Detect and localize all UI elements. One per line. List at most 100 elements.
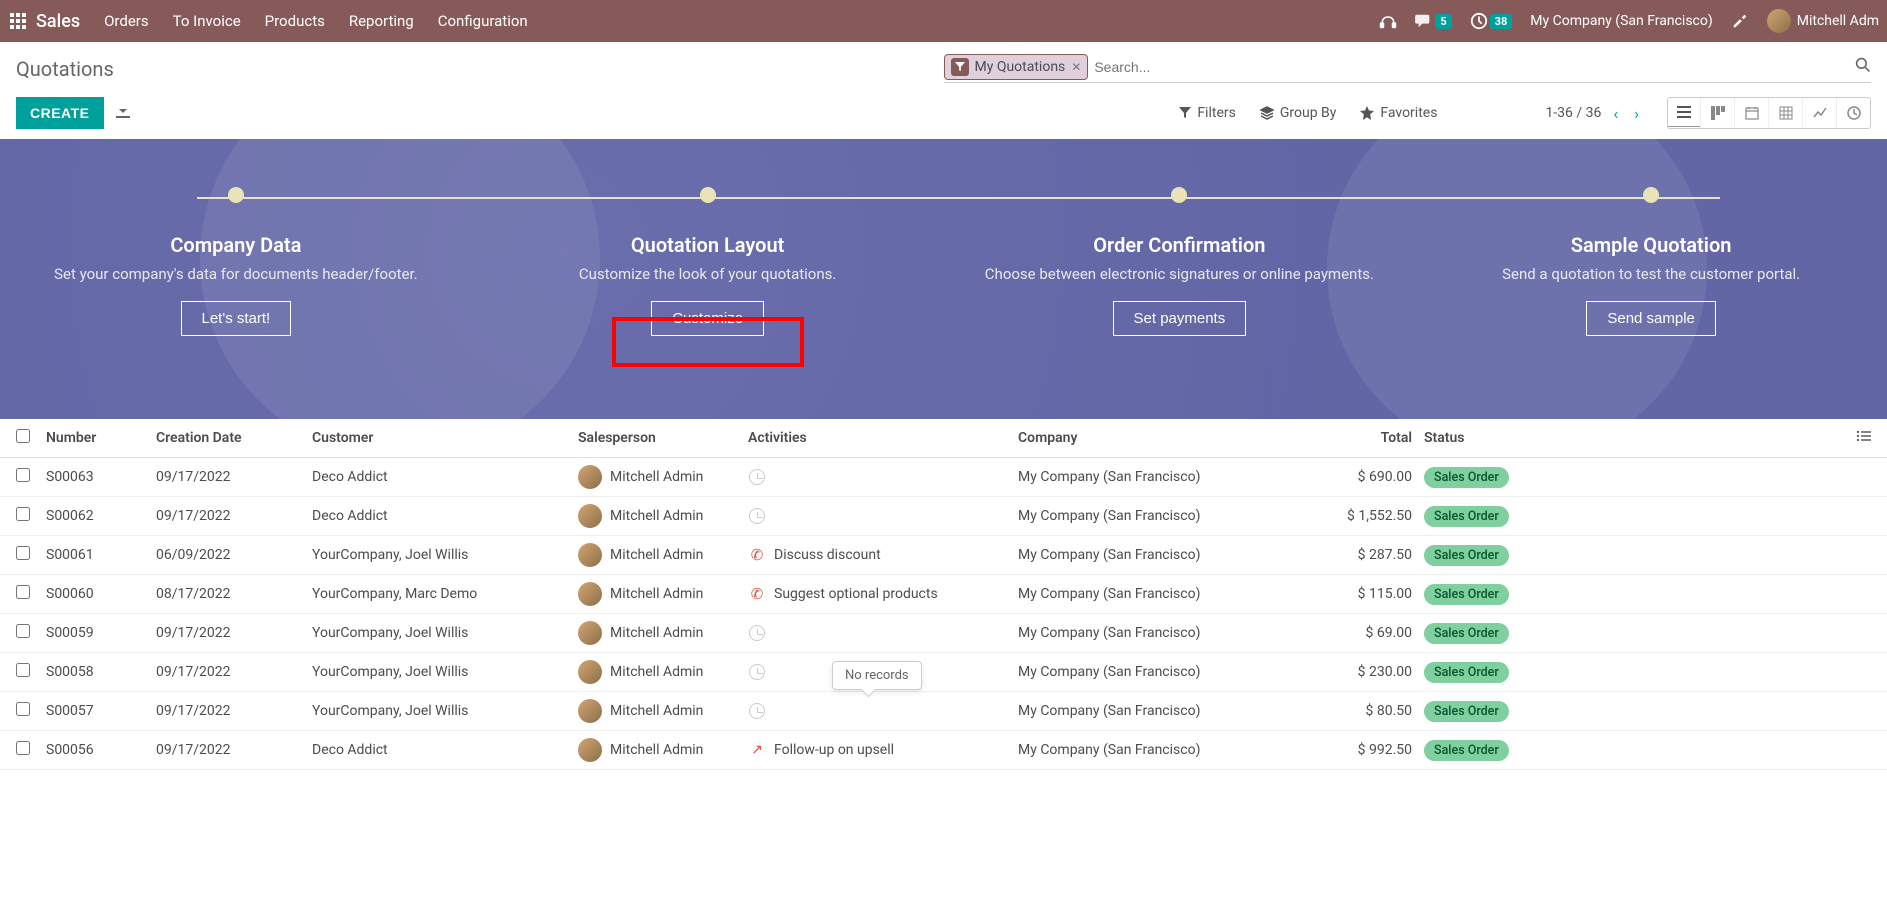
col-date[interactable]: Creation Date xyxy=(156,430,312,446)
row-checkbox[interactable] xyxy=(16,468,30,482)
avatar-icon xyxy=(578,543,602,567)
table-row[interactable]: S0005609/17/2022Deco AddictMitchell Admi… xyxy=(0,731,1887,770)
clock-icon[interactable] xyxy=(748,468,766,486)
cell-date: 09/17/2022 xyxy=(156,703,312,719)
clock-icon[interactable] xyxy=(748,507,766,525)
phone-icon[interactable]: ✆ xyxy=(748,585,766,603)
cell-salesperson: Mitchell Admin xyxy=(578,504,748,528)
view-pivot-icon[interactable] xyxy=(1768,98,1802,128)
view-graph-icon[interactable] xyxy=(1802,98,1836,128)
view-calendar-icon[interactable] xyxy=(1734,98,1768,128)
step-desc: Set your company's data for documents he… xyxy=(0,265,472,283)
cell-status: Sales Order xyxy=(1412,545,1512,566)
cell-customer: YourCompany, Marc Demo xyxy=(312,586,578,602)
col-activities[interactable]: Activities xyxy=(748,430,1018,446)
chip-close-icon[interactable]: ✕ xyxy=(1071,60,1081,74)
cell-date: 09/17/2022 xyxy=(156,469,312,485)
table-row[interactable]: S0005909/17/2022YourCompany, Joel Willis… xyxy=(0,614,1887,653)
groupby-button[interactable]: Group By xyxy=(1260,105,1337,121)
cell-total: $ 80.50 xyxy=(1332,703,1412,719)
phone-icon[interactable]: ✆ xyxy=(748,546,766,564)
select-all-checkbox[interactable] xyxy=(16,429,30,443)
table-row[interactable]: S0006008/17/2022YourCompany, Marc DemoMi… xyxy=(0,575,1887,614)
set-payments-button[interactable]: Set payments xyxy=(1113,301,1247,336)
cell-salesperson: Mitchell Admin xyxy=(578,621,748,645)
cell-number: S00057 xyxy=(46,703,156,719)
user-menu[interactable]: Mitchell Adm xyxy=(1767,9,1879,33)
status-badge: Sales Order xyxy=(1424,467,1509,488)
lets-start-button[interactable]: Let's start! xyxy=(181,301,292,336)
debug-icon[interactable] xyxy=(1731,12,1749,30)
apps-icon[interactable] xyxy=(8,11,28,31)
cell-total: $ 992.50 xyxy=(1332,742,1412,758)
col-salesperson[interactable]: Salesperson xyxy=(578,430,748,446)
row-checkbox[interactable] xyxy=(16,507,30,521)
favorites-label: Favorites xyxy=(1380,105,1437,121)
cell-number: S00056 xyxy=(46,742,156,758)
view-kanban-icon[interactable] xyxy=(1700,98,1734,128)
row-checkbox[interactable] xyxy=(16,702,30,716)
row-checkbox[interactable] xyxy=(16,741,30,755)
onboard-step-sample: Sample Quotation Send a quotation to tes… xyxy=(1415,187,1887,336)
activities-icon[interactable]: 38 xyxy=(1470,12,1513,30)
nav-menu: Orders To Invoice Products Reporting Con… xyxy=(104,12,1379,30)
pager-text[interactable]: 1-36 / 36 xyxy=(1545,105,1601,121)
send-sample-button[interactable]: Send sample xyxy=(1586,301,1716,336)
col-customer[interactable]: Customer xyxy=(312,430,578,446)
table-row[interactable]: S0006106/09/2022YourCompany, Joel Willis… xyxy=(0,536,1887,575)
cell-salesperson: Mitchell Admin xyxy=(578,543,748,567)
company-selector[interactable]: My Company (San Francisco) xyxy=(1530,13,1712,29)
status-badge: Sales Order xyxy=(1424,506,1509,527)
step-dot-icon xyxy=(1171,187,1187,203)
col-number[interactable]: Number xyxy=(46,430,156,446)
pager-next-icon[interactable]: › xyxy=(1630,102,1643,125)
pager-prev-icon[interactable]: ‹ xyxy=(1609,102,1622,125)
col-company[interactable]: Company xyxy=(1018,430,1332,446)
cell-salesperson: Mitchell Admin xyxy=(578,699,748,723)
cell-number: S00061 xyxy=(46,547,156,563)
clock-icon[interactable] xyxy=(748,663,766,681)
nav-reporting[interactable]: Reporting xyxy=(349,12,414,30)
favorites-button[interactable]: Favorites xyxy=(1360,105,1437,121)
table-row[interactable]: S0005709/17/2022YourCompany, Joel Willis… xyxy=(0,692,1887,731)
step-desc: Customize the look of your quotations. xyxy=(472,265,944,283)
control-panel: Quotations My Quotations ✕ CREATE F xyxy=(0,42,1887,139)
clock-icon[interactable] xyxy=(748,702,766,720)
messaging-icon[interactable]: 5 xyxy=(1415,13,1451,29)
nav-configuration[interactable]: Configuration xyxy=(438,12,528,30)
chart-icon[interactable]: ↗ xyxy=(748,741,766,759)
view-list-icon[interactable] xyxy=(1667,97,1701,127)
cell-date: 08/17/2022 xyxy=(156,586,312,602)
row-checkbox[interactable] xyxy=(16,585,30,599)
row-checkbox[interactable] xyxy=(16,546,30,560)
table-row[interactable]: S0006209/17/2022Deco AddictMitchell Admi… xyxy=(0,497,1887,536)
col-status[interactable]: Status xyxy=(1412,430,1512,446)
filter-chip[interactable]: My Quotations ✕ xyxy=(944,54,1089,80)
filters-button[interactable]: Filters xyxy=(1179,105,1236,121)
nav-orders[interactable]: Orders xyxy=(104,12,149,30)
optional-columns-icon[interactable] xyxy=(1512,430,1871,446)
onboarding-banner: Company Data Set your company's data for… xyxy=(0,139,1887,419)
row-checkbox[interactable] xyxy=(16,624,30,638)
clock-icon[interactable] xyxy=(748,624,766,642)
cell-number: S00063 xyxy=(46,469,156,485)
table-row[interactable]: S0006309/17/2022Deco AddictMitchell Admi… xyxy=(0,458,1887,497)
view-activity-icon[interactable] xyxy=(1836,98,1870,128)
filter-chip-label: My Quotations xyxy=(975,59,1066,75)
onboard-step-company: Company Data Set your company's data for… xyxy=(0,187,472,336)
app-brand[interactable]: Sales xyxy=(36,11,80,32)
nav-products[interactable]: Products xyxy=(265,12,325,30)
row-checkbox[interactable] xyxy=(16,663,30,677)
search-icon[interactable] xyxy=(1855,57,1871,77)
table-row[interactable]: S0005809/17/2022YourCompany, Joel Willis… xyxy=(0,653,1887,692)
step-desc: Choose between electronic signatures or … xyxy=(944,265,1416,283)
cell-date: 06/09/2022 xyxy=(156,547,312,563)
col-total[interactable]: Total xyxy=(1332,430,1412,446)
create-button[interactable]: CREATE xyxy=(16,97,104,129)
nav-to-invoice[interactable]: To Invoice xyxy=(173,12,241,30)
search-bar[interactable]: My Quotations ✕ xyxy=(944,54,1872,83)
search-input[interactable] xyxy=(1094,59,1847,75)
phone-icon[interactable] xyxy=(1379,14,1397,29)
import-icon[interactable] xyxy=(116,104,130,122)
activities-badge: 38 xyxy=(1490,14,1513,29)
